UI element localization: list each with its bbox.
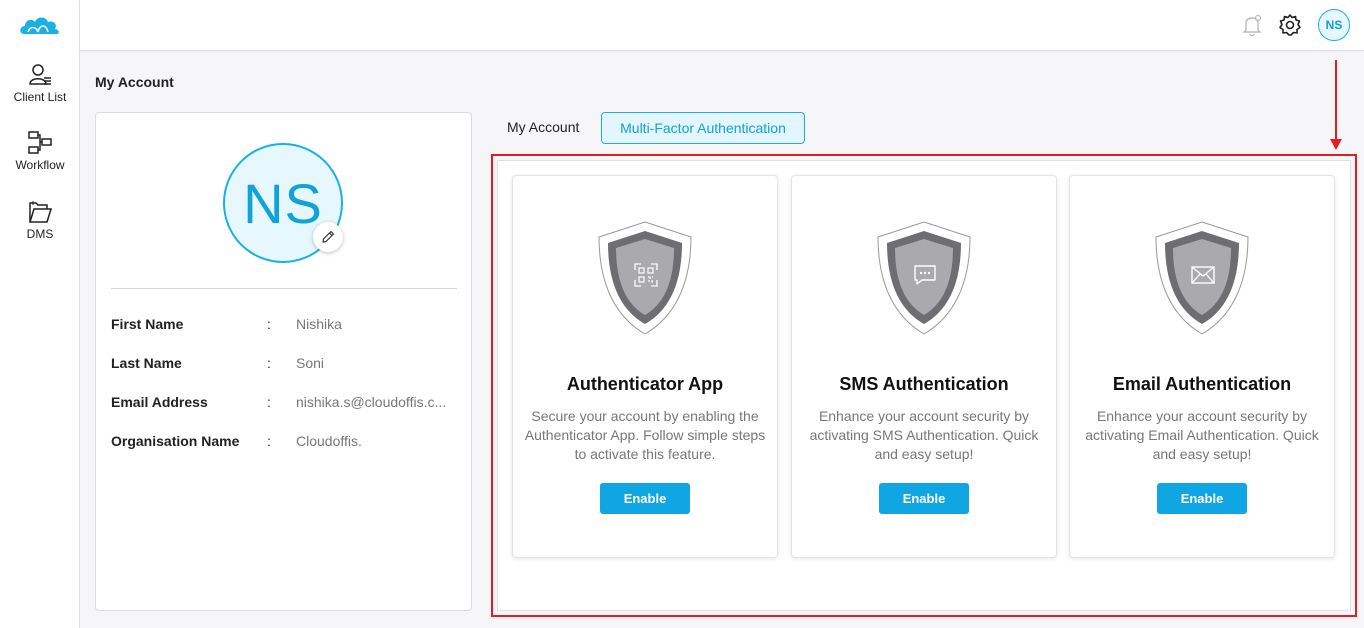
field-label: Last Name — [111, 355, 182, 371]
edit-avatar-button[interactable] — [313, 222, 343, 252]
gear-icon[interactable] — [1277, 12, 1303, 38]
field-label: Email Address — [111, 394, 208, 410]
field-colon: : — [267, 355, 271, 371]
sidebar: Client List Workflow DMS — [0, 0, 80, 628]
chat-icon — [914, 265, 936, 285]
field-value: Nishika — [296, 316, 342, 332]
tab-my-account[interactable]: My Account — [507, 119, 579, 135]
sidebar-item-label: Client List — [13, 90, 67, 104]
authenticator-app-card: Authenticator App Secure your account by… — [512, 175, 778, 558]
card-description: Secure your account by enabling the Auth… — [524, 408, 766, 462]
user-avatar[interactable]: NS — [1318, 9, 1350, 41]
client-list-icon — [29, 64, 51, 85]
sidebar-item-label: DMS — [26, 227, 54, 241]
pencil-icon — [322, 230, 335, 243]
enable-sms-button[interactable]: Enable — [879, 483, 969, 514]
sidebar-item-dms[interactable]: DMS — [0, 199, 80, 241]
workflow-icon — [28, 131, 52, 154]
field-last-name: Last Name : Soni — [111, 355, 461, 375]
field-value: nishika.s@cloudoffis.c... — [296, 394, 447, 410]
field-organisation: Organisation Name : Cloudoffis. — [111, 433, 461, 453]
profile-divider — [111, 288, 457, 289]
sidebar-item-workflow[interactable]: Workflow — [0, 130, 80, 172]
bell-icon[interactable] — [1239, 12, 1265, 38]
field-value: Soni — [296, 355, 325, 371]
card-description: Enhance your account security by activat… — [809, 408, 1039, 462]
field-value: Cloudoffis. — [296, 433, 362, 449]
tab-multi-factor-authentication[interactable]: Multi-Factor Authentication — [601, 112, 805, 144]
enable-authenticator-button[interactable]: Enable — [600, 483, 690, 514]
field-email: Email Address : nishika.s@cloudoffis.c..… — [111, 394, 461, 414]
profile-card: NS First Name : Nishika Last Name : Soni… — [95, 112, 472, 611]
field-colon: : — [267, 433, 271, 449]
sidebar-item-client-list[interactable]: Client List — [0, 62, 80, 104]
enable-email-button[interactable]: Enable — [1157, 483, 1247, 514]
card-description: Enhance your account security by activat… — [1085, 408, 1319, 462]
folder-icon — [28, 201, 53, 223]
field-first-name: First Name : Nishika — [111, 316, 461, 336]
annotation-arrow-line — [1335, 60, 1337, 140]
field-colon: : — [267, 394, 271, 410]
email-authentication-card: Email Authentication Enhance your accoun… — [1069, 175, 1335, 558]
annotation-arrow-head-icon — [1330, 139, 1342, 150]
field-label: First Name — [111, 316, 184, 332]
envelope-icon — [1191, 266, 1215, 284]
cloudoffis-logo[interactable] — [18, 10, 62, 40]
field-label: Organisation Name — [111, 433, 240, 449]
qr-code-icon — [634, 263, 658, 287]
card-title: Email Authentication — [1112, 374, 1292, 394]
field-colon: : — [267, 316, 271, 332]
page-title: My Account — [95, 74, 174, 90]
card-title: SMS Authentication — [839, 374, 1009, 394]
sms-authentication-card: SMS Authentication Enhance your account … — [791, 175, 1057, 558]
sidebar-item-label: Workflow — [15, 158, 65, 172]
card-title: Authenticator App — [566, 374, 724, 394]
top-bar: NS — [80, 0, 1364, 51]
